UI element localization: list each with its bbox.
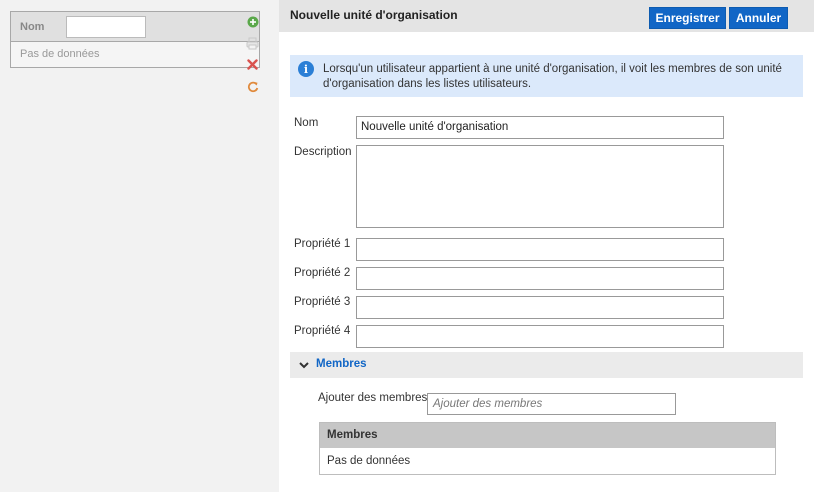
print-icon[interactable] [246,37,259,50]
detail-header: Nouvelle unité d'organisation Enregistre… [279,0,814,32]
cancel-button[interactable]: Annuler [729,7,788,29]
name-field[interactable]: Nouvelle unité d'organisation [356,116,724,139]
members-section-toggle[interactable]: Membres [290,352,803,378]
add-circle-icon[interactable] [246,15,259,28]
org-unit-list: Nom Pas de données [10,11,260,68]
property-3-field[interactable] [356,296,724,319]
list-header: Nom [11,12,259,42]
list-empty-text: Pas de données [20,48,100,60]
property-1-label: Propriété 1 [294,238,351,250]
detail-pane: Nouvelle unité d'organisation Enregistre… [279,0,814,492]
add-members-input[interactable]: Ajouter des membres [427,393,676,415]
members-table: Membres Pas de données [319,422,776,475]
delete-x-icon[interactable] [246,58,259,71]
description-label: Description [294,146,352,158]
list-filter-input[interactable] [66,16,146,38]
page-title: Nouvelle unité d'organisation [290,8,458,22]
save-button[interactable]: Enregistrer [649,7,726,29]
property-4-field[interactable] [356,325,724,348]
property-1-field[interactable] [356,238,724,261]
left-pane: Nom Pas de données [0,0,279,492]
info-banner: i Lorsqu'un utilisateur appartient à une… [290,55,803,97]
property-2-label: Propriété 2 [294,267,351,279]
name-label: Nom [294,117,319,129]
info-text: Lorsqu'un utilisateur appartient à une u… [323,63,782,90]
list-column-header: Nom [20,21,45,33]
members-table-header: Membres [320,423,775,448]
members-empty-text: Pas de données [327,455,411,467]
property-3-label: Propriété 3 [294,296,351,308]
members-section-title: Membres [316,358,367,370]
description-field[interactable] [356,145,724,228]
property-2-field[interactable] [356,267,724,290]
property-4-label: Propriété 4 [294,325,351,337]
chevron-down-icon [299,362,309,369]
add-members-label: Ajouter des membres [318,392,428,404]
refresh-icon[interactable] [246,80,259,93]
info-icon: i [298,61,314,77]
